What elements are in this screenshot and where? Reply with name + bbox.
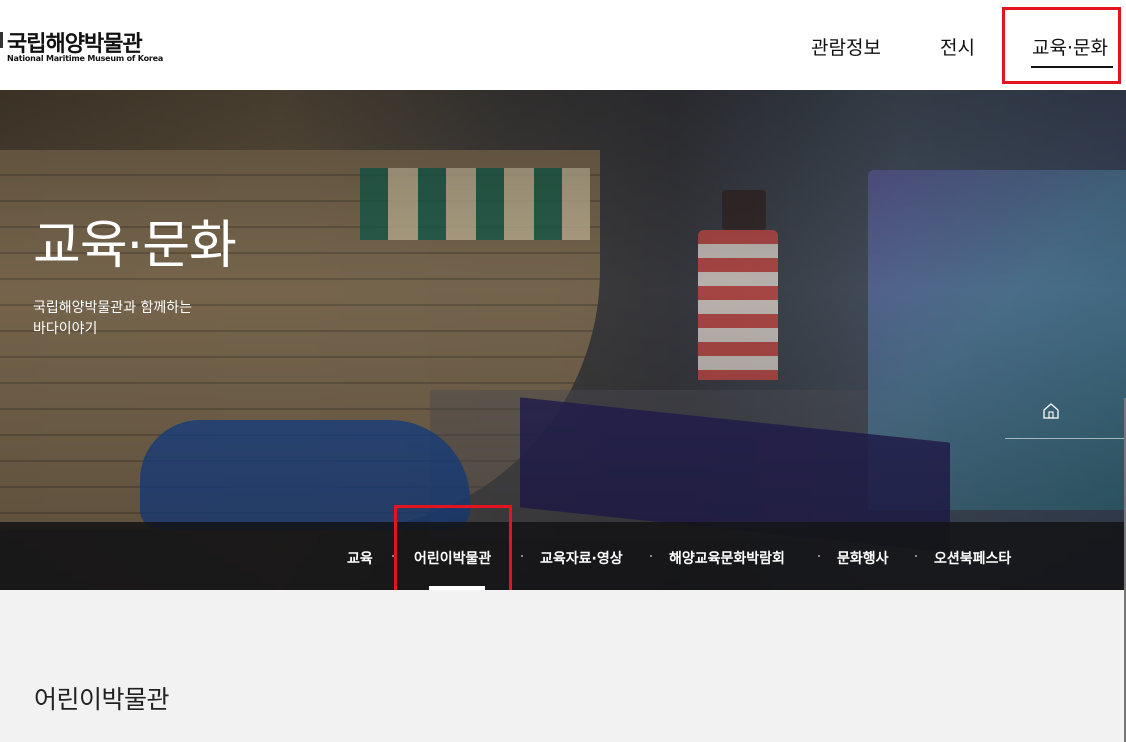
hero-subtitle-line2: 바다이야기 [33,321,98,337]
home-icon[interactable] [1040,400,1062,422]
subnav-separator [818,555,820,557]
page-title: 어린이박물관 [34,685,170,714]
hero-title: 교육·문화 [33,216,237,276]
subnav-separator [392,555,394,557]
hero-overlay [0,90,1126,590]
gnb-active-underline [1031,66,1113,68]
subnav-separator [521,555,523,557]
gnb-item-education-culture[interactable]: 교육·문화 [1032,33,1108,60]
logo-mark-icon [0,32,3,48]
subnav-item-ocean-book-festa[interactable]: 오션북페스타 [934,548,1011,568]
hero-subtitle: 국립해양박물관과 함께하는 바다이야기 [33,298,192,340]
sub-nav-bar: 교육 어린이박물관 교육자료·영상 해양교육문화박람회 문화행사 오션북페스타 [0,522,1126,590]
subnav-item-childrens-museum[interactable]: 어린이박물관 [414,548,491,568]
subnav-separator [650,555,652,557]
site-header: 국립해양박물관 National Maritime Museum of Kore… [0,0,1126,90]
subnav-item-ocean-education-expo[interactable]: 해양교육문화박람회 [669,548,785,568]
main-content: 어린이박물관 [0,590,1126,742]
hero-subtitle-line1: 국립해양박물관과 함께하는 [33,300,193,316]
hero-banner: 교육·문화 국립해양박물관과 함께하는 바다이야기 [0,90,1126,590]
subnav-item-cultural-events[interactable]: 문화행사 [837,548,889,568]
hero-divider-line [1005,438,1126,439]
subnav-separator [915,555,917,557]
logo-english-text: National Maritime Museum of Korea [7,54,164,63]
subnav-item-education-materials[interactable]: 교육자료·영상 [540,548,623,568]
gnb-item-exhibition[interactable]: 전시 [940,33,975,60]
gnb-item-visitor-info[interactable]: 관람정보 [811,33,881,60]
subnav-item-education[interactable]: 교육 [347,548,373,568]
